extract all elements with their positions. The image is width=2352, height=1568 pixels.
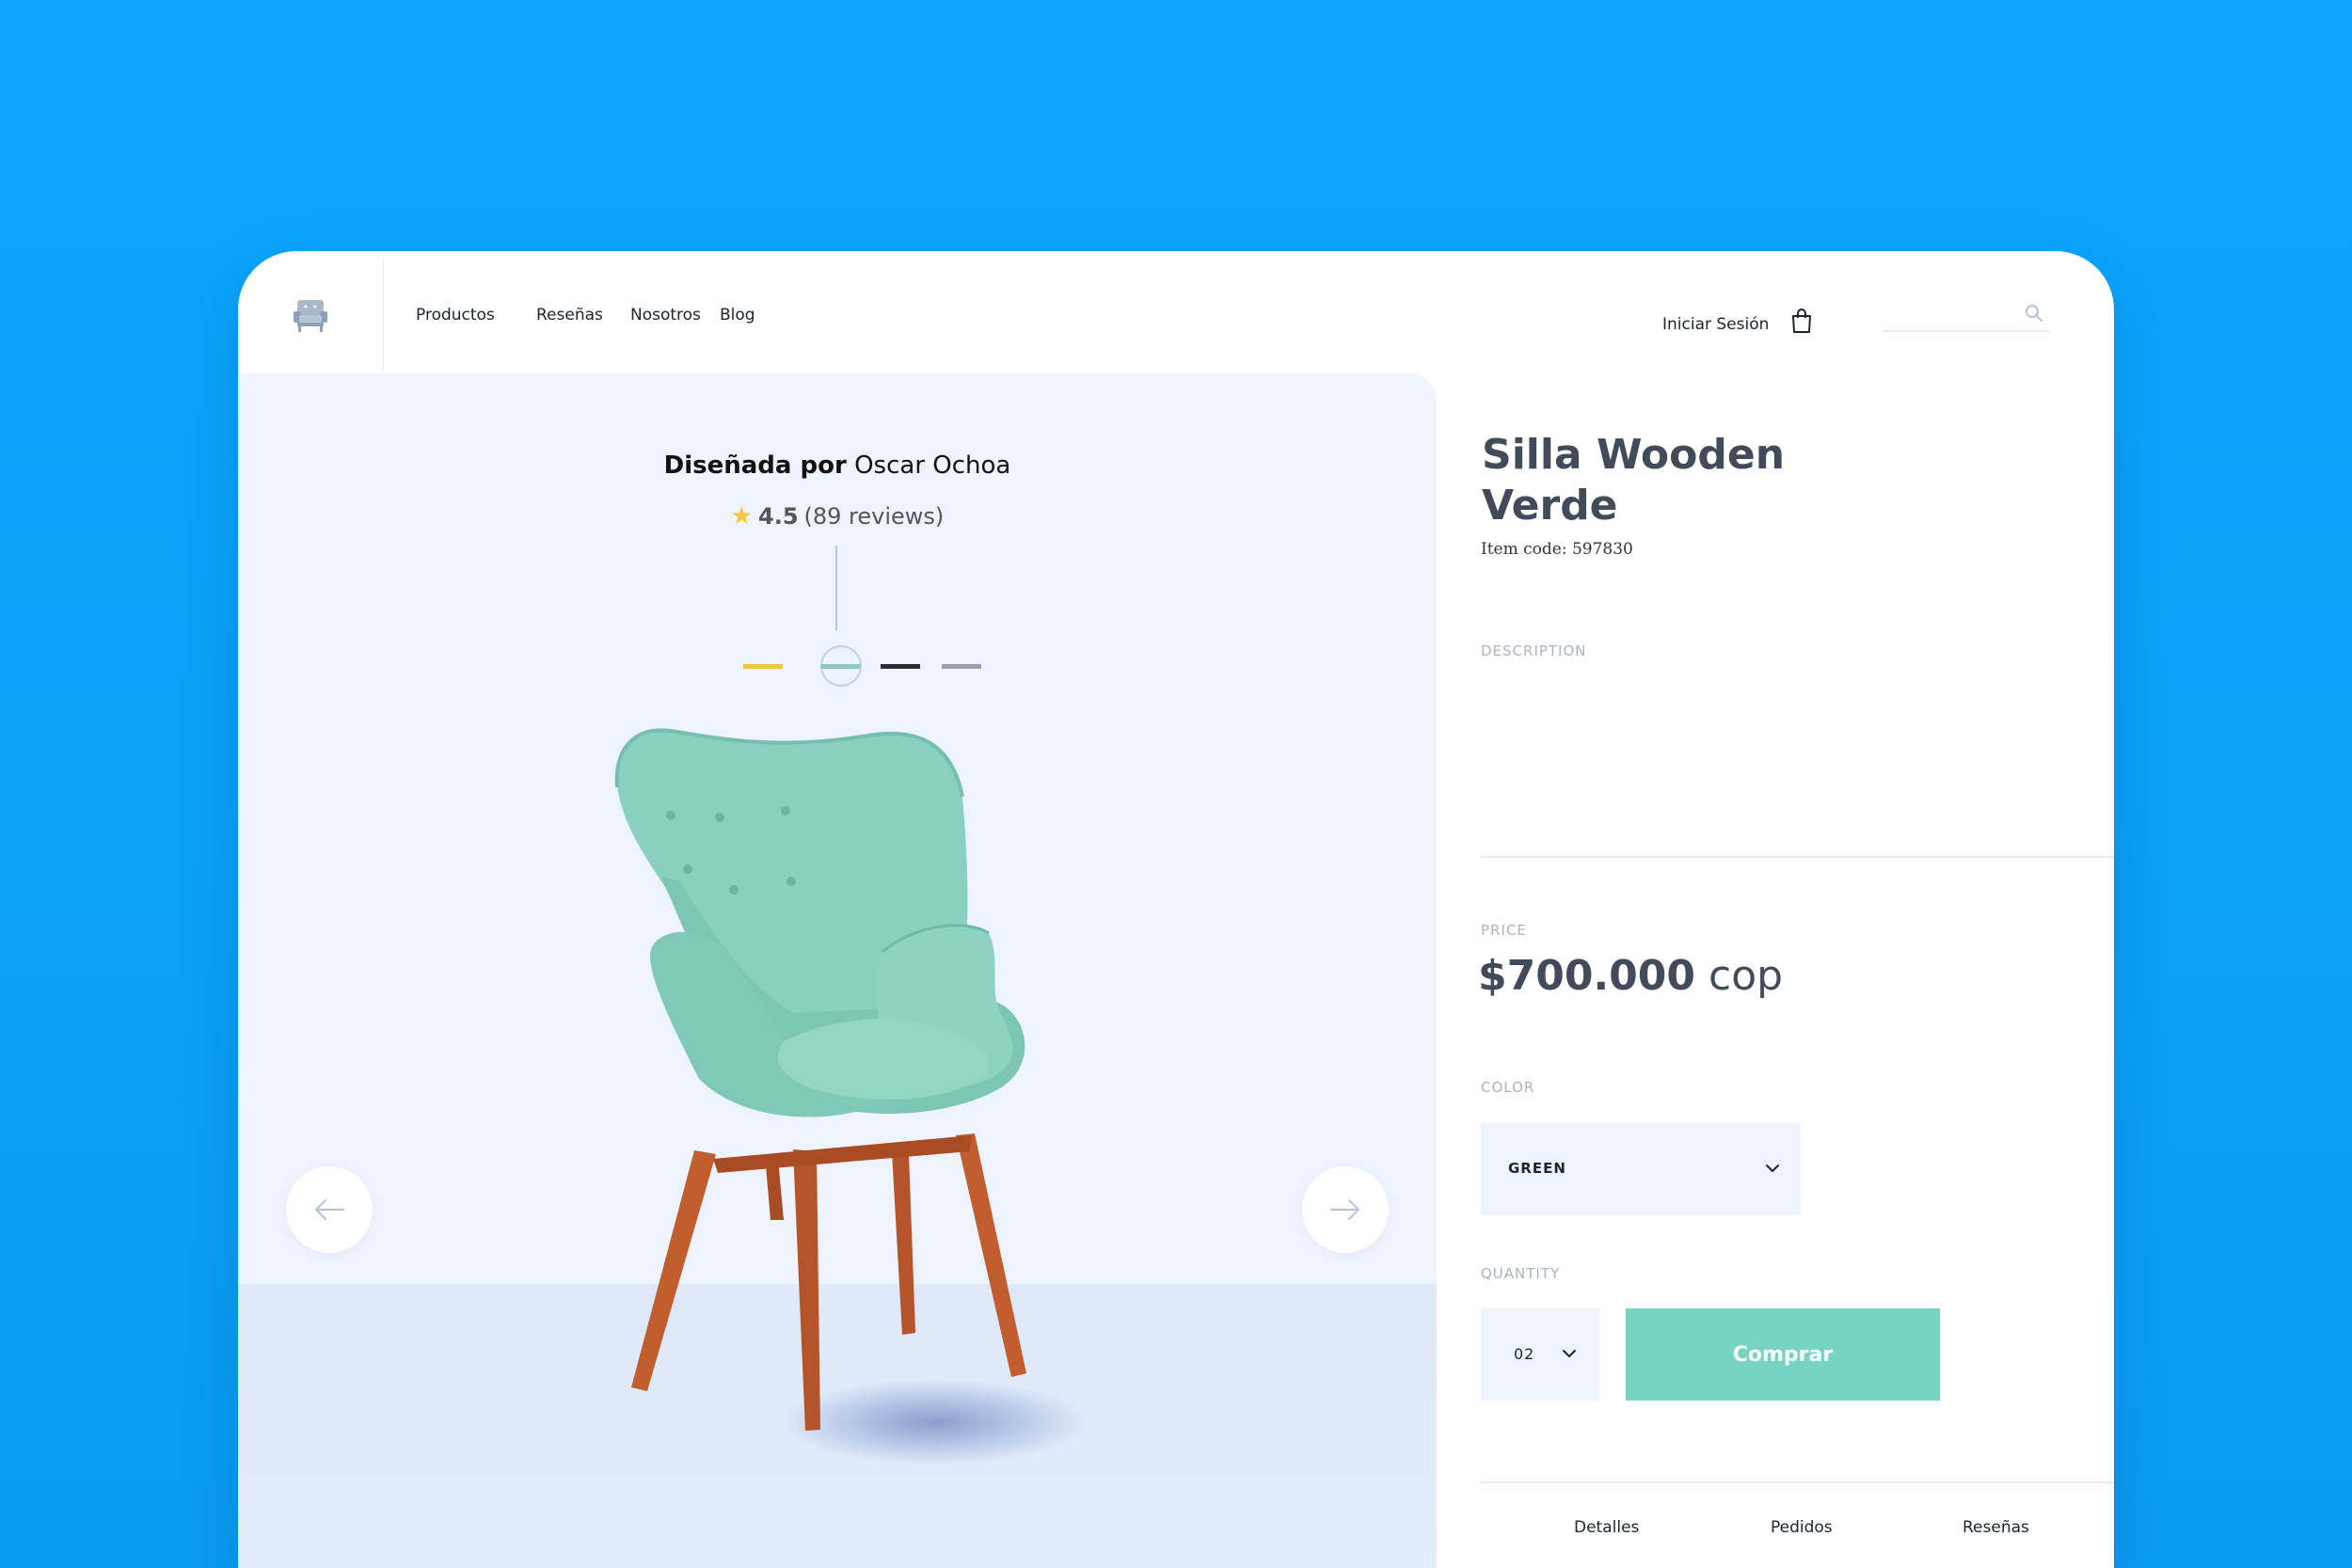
divider-bottom <box>1481 1481 2114 1483</box>
color-swatches <box>743 641 981 688</box>
review-count: (89 reviews) <box>803 503 945 530</box>
chevron-down-icon <box>1563 1350 1576 1357</box>
product-title-light: Silla <box>1482 431 1582 479</box>
swatch-yellow[interactable] <box>743 664 783 669</box>
swatch-green[interactable] <box>820 664 860 669</box>
login-link[interactable]: Iniciar Sesión <box>1662 315 1769 334</box>
price: $700.000 cop <box>1478 952 1783 1000</box>
buy-button[interactable]: Comprar <box>1626 1308 1940 1401</box>
price-label: PRICE <box>1481 922 1527 939</box>
app-window: Productos Reseñas Nosotros Blog Iniciar … <box>238 251 2114 1568</box>
designer-name: Oscar Ochoa <box>854 451 1011 480</box>
search-input[interactable] <box>1883 298 2015 328</box>
selector-connector-line <box>835 546 837 630</box>
designer-prefix: Diseñada por <box>663 451 847 480</box>
divider-top <box>1481 856 2114 858</box>
armchair-image <box>614 728 1026 1431</box>
chevron-down-icon <box>1766 1164 1779 1172</box>
nav-item-resenas[interactable]: Reseñas <box>536 306 603 325</box>
price-currency: cop <box>1708 952 1784 1000</box>
product-title-line2: Verde <box>1482 482 1618 530</box>
quantity-select[interactable]: 02 <box>1481 1308 1599 1401</box>
product-title-bold: Wooden <box>1596 431 1786 479</box>
rating-score: 4.5 <box>758 503 799 530</box>
color-label: COLOR <box>1481 1079 1535 1096</box>
product-gallery: Diseñada por Oscar Ochoa ★ 4.5 (89 reviews… <box>238 373 1437 1568</box>
armchair-logo-icon <box>294 300 327 332</box>
star-icon: ★ <box>730 502 753 531</box>
search-bar <box>1883 298 2049 332</box>
swatch-gray[interactable] <box>942 664 981 669</box>
shopping-bag-icon <box>1792 309 1811 333</box>
designer-credit: Diseñada por Oscar Ochoa <box>238 451 1437 480</box>
arrow-left-icon <box>315 1199 344 1220</box>
item-code: Item code: 597830 <box>1481 540 1633 559</box>
nav-item-nosotros[interactable]: Nosotros <box>630 306 701 325</box>
rating: ★ 4.5 (89 reviews) <box>238 502 1437 531</box>
tab-pedidos[interactable]: Pedidos <box>1771 1518 1833 1537</box>
price-amount: $700.000 <box>1478 952 1696 1000</box>
nav-item-productos[interactable]: Productos <box>416 306 495 325</box>
cart-button[interactable] <box>1790 308 1813 339</box>
color-select[interactable]: GREEN <box>1481 1123 1801 1215</box>
nav-item-blog[interactable]: Blog <box>720 306 755 325</box>
next-image-button[interactable] <box>1302 1166 1389 1253</box>
color-select-value: GREEN <box>1508 1160 1566 1177</box>
swatch-black[interactable] <box>881 664 920 669</box>
tab-resenas[interactable]: Reseñas <box>1963 1518 2029 1537</box>
logo[interactable] <box>238 259 384 372</box>
quantity-select-value: 02 <box>1514 1345 1535 1363</box>
description-label: DESCRIPTION <box>1481 642 1587 659</box>
search-icon[interactable] <box>2025 304 2043 327</box>
previous-image-button[interactable] <box>286 1166 373 1253</box>
quantity-label: QUANTITY <box>1481 1265 1561 1282</box>
product-title: Silla Wooden Verde <box>1482 430 1952 531</box>
arrow-right-icon <box>1330 1199 1359 1220</box>
tab-detalles[interactable]: Detalles <box>1574 1518 1639 1537</box>
